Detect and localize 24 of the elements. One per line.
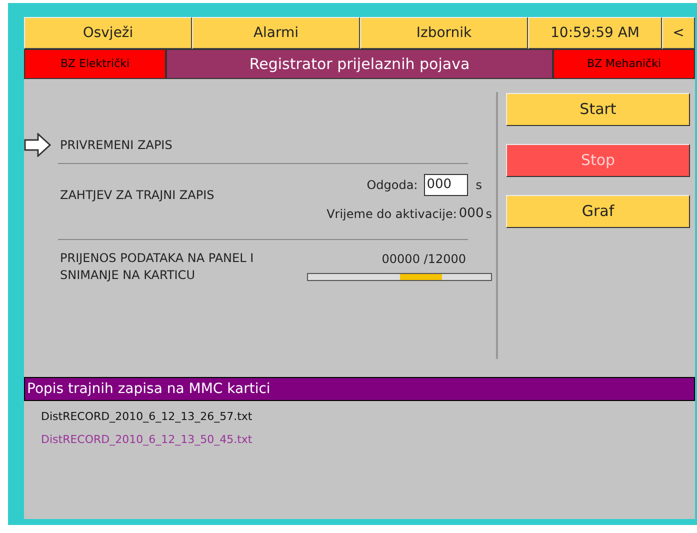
alarm-indicator: BZ Mehanički (553, 49, 695, 79)
unit-label: s (476, 177, 482, 194)
nav-button[interactable]: Izbornik (360, 17, 528, 49)
alarm-indicator: BZ Električki (24, 49, 166, 79)
activation-value: 000 (458, 205, 484, 223)
action-button[interactable]: Start (506, 93, 690, 126)
records-header: Popis trajnih zapisa na MMC kartici (24, 377, 695, 401)
pointer-arrow-icon (24, 133, 52, 157)
record-file[interactable]: DistRECORD_2010_6_12_13_26_57.txt (41, 406, 695, 429)
activation-label: Vrijeme do aktivacije: (326, 206, 457, 223)
action-button[interactable]: Graf (506, 195, 690, 228)
screen-title: Registrator prijelaznih pojava (166, 49, 553, 79)
step-label: PRIVREMENI ZAPIS (60, 137, 172, 154)
delay-label: Odgoda: (366, 177, 418, 194)
step-label: ZAHTJEV ZA TRAJNI ZAPIS (60, 187, 216, 204)
delay-field[interactable]: 000 (424, 174, 468, 196)
unit-label: s (486, 206, 492, 223)
clock: 10:59:59 AM (528, 17, 662, 49)
record-file[interactable]: DistRECORD_2010_6_12_13_50_45.txt (41, 429, 695, 452)
back-button[interactable]: < (662, 17, 695, 49)
nav-button[interactable]: Alarmi (192, 17, 360, 49)
nav-button[interactable]: Osvježi (24, 17, 192, 49)
step-label: PRIJENOS PODATAKA NA PANEL I SNIMANJE NA KARTICU (60, 250, 255, 284)
transfer-counter: 00000 /12000 (382, 251, 466, 268)
